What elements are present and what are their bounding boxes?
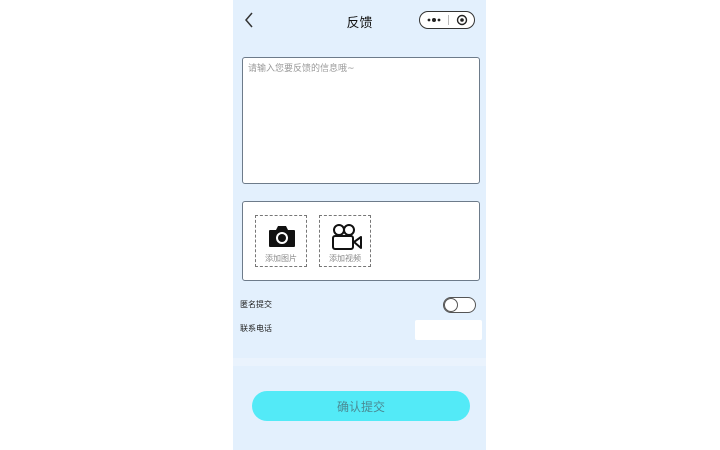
mini-program-capsule [419,11,475,29]
add-video-button[interactable]: 添加视频 [319,215,371,267]
anonymous-toggle[interactable] [443,297,476,313]
nav-bar: 反馈 [233,0,486,40]
phone-input[interactable] [415,320,482,340]
target-circle-icon [456,14,468,26]
anonymous-label: 匿名提交 [240,300,272,309]
close-button[interactable] [449,12,475,28]
submit-button[interactable]: 确认提交 [252,391,470,421]
phone-screen: 反馈 请输入您要反馈的信息哦~ 添加图片 添加视频 匿名提交 联系电话 确认提交 [233,0,486,450]
media-upload-panel: 添加图片 添加视频 [242,201,480,281]
add-photo-label: 添加图片 [265,254,297,263]
phone-label: 联系电话 [240,324,272,333]
add-video-label: 添加视频 [329,254,361,263]
video-camera-icon [332,224,362,250]
toggle-knob [444,298,458,312]
more-dots-icon [427,18,441,22]
feedback-textarea[interactable] [242,57,480,184]
camera-icon [269,226,295,247]
more-button[interactable] [420,12,448,28]
section-divider [233,358,486,366]
add-photo-button[interactable]: 添加图片 [255,215,307,267]
